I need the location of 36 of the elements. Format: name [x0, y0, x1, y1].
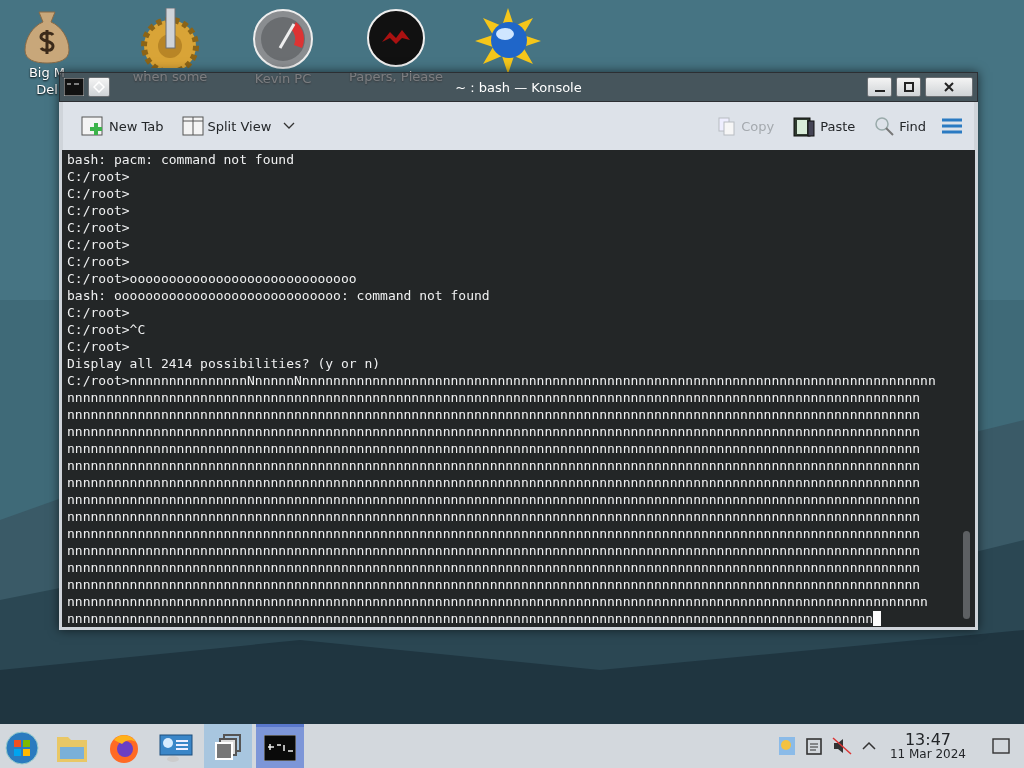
terminal-line: nnnnnnnnnnnnnnnnnnnnnnnnnnnnnnnnnnnnnnnnnnnnnnnnnnnnnnnnnnnnnnnnnnnnnnnnnnnnnnnnnnnnnnnnnnnnnnnnnnnnnnnnnnnnn — [67, 440, 922, 457]
terminal-line: C:/root>ooooooooooooooooooooooooooooo — [67, 270, 358, 287]
terminal-line: C:/root> — [67, 236, 131, 253]
paste-button[interactable]: Paste — [790, 113, 858, 139]
terminal-line: nnnnnnnnnnnnnnnnnnnnnnnnnnnnnnnnnnnnnnnnnnnnnnnnnnnnnnnnnnnnnnnnnnnnnnnnnnnnnnnnnnnnnnnnnnnnnnnnnnnnnnnnnnnnn — [67, 406, 922, 423]
terminal-line: bash: pacm: command not found — [67, 151, 295, 168]
terminal-line: nnnnnnnnnnnnnnnnnnnnnnnnnnnnnnnnnnnnnnnnnnnnnnnnnnnnnnnnnnnnnnnnnnnnnnnnnnnnnnnnnnnnnnnnnnnnnnnnnnnnnnnnnnnnn — [67, 491, 922, 508]
terminal-line: nnnnnnnnnnnnnnnnnnnnnnnnnnnnnnnnnnnnnnnnnnnnnnnnnnnnnnnnnnnnnnnnnnnnnnnnnnnnnnnnnnnnnnnnnnnnnnnnnnnnnnnnnnnnn — [67, 474, 922, 491]
terminal-line: C:/root> — [67, 304, 131, 321]
terminal-line: C:/root>nnnnnnnnnnnnnnnNnnnnnNnnnnnnnnnnnnnnnnnnnnnnnnnnnnnnnnnnnnnnnnnnnnnnnnnnnnnnnnnnnnnnnnnnnnnnnnnnnnnnnnn — [67, 372, 937, 389]
window-title: ~ : bash — Konsole — [455, 79, 582, 95]
clock-time[interactable]: 13:47 — [904, 731, 951, 748]
terminal-line: C:/root> — [67, 253, 131, 270]
terminal-line: C:/root> — [67, 185, 131, 202]
terminal-line: nnnnnnnnnnnnnnnnnnnnnnnnnnnnnnnnnnnnnnnnnnnnnnnnnnnnnnnnnnnnnnnnnnnnnnnnnnnnnnnnnnnnnnnnnnnnnnnnnnnnnnnnnnnnn — [67, 457, 922, 474]
terminal-line: C:/root> — [67, 202, 131, 219]
new-tab-button[interactable]: New Tab — [79, 113, 166, 139]
terminal-line: C:/root> — [67, 219, 131, 236]
desktop-icon-label[interactable]: Del — [36, 81, 58, 98]
terminal-line: nnnnnnnnnnnnnnnnnnnnnnnnnnnnnnnnnnnnnnnnnnnnnnnnnnnnnnnnnnnnnnnnnnnnnnnnnnnnnnnnnnnnnnnnnnnnnnnnnnnnnnnnnnnnn — [67, 559, 922, 576]
clock-date[interactable]: 11 Mar 2024 — [889, 748, 966, 761]
find-button[interactable]: Find — [871, 113, 928, 139]
terminal-line: C:/root> — [67, 338, 131, 355]
terminal-line: Display all 2414 possibilities? (y or n) — [67, 355, 382, 372]
terminal-line: nnnnnnnnnnnnnnnnnnnnnnnnnnnnnnnnnnnnnnnnnnnnnnnnnnnnnnnnnnnnnnnnnnnnnnnnnnnnnnnnnnnnnnnnnnnnnnnnnnnnnnnnnnnnn — [67, 576, 922, 593]
terminal-line: nnnnnnnnnnnnnnnnnnnnnnnnnnnnnnnnnnnnnnnnnnnnnnnnnnnnnnnnnnnnnnnnnnnnnnnnnnnnnnnnnnnnnnnnnnnnnnnnnnnnnnnnnnnnn — [67, 389, 922, 406]
terminal-line: bash: ooooooooooooooooooooooooooooo: command not found — [67, 287, 491, 304]
terminal-line: C:/root>^C — [67, 321, 147, 338]
terminal-line: nnnnnnnnnnnnnnnnnnnnnnnnnnnnnnnnnnnnnnnnnnnnnnnnnnnnnnnnnnnnnnnnnnnnnnnnnnnnnnnnnnnnnnnnnnnnnnnnnnnnnnnnnnnnnn — [67, 593, 929, 610]
terminal-line: nnnnnnnnnnnnnnnnnnnnnnnnnnnnnnnnnnnnnnnnnnnnnnnnnnnnnnnnnnnnnnnnnnnnnnnnnnnnnnnnnnnnnnnnnnnnnnnnnnnnnnnnnnnnn — [67, 423, 922, 440]
terminal-line: nnnnnnnnnnnnnnnnnnnnnnnnnnnnnnnnnnnnnnnnnnnnnnnnnnnnnnnnnnnnnnnnnnnnnnnnnnnnnnnnnnnnnnnnnnnnnnnnnnnnnnnnnnnnn — [67, 525, 922, 542]
split-view-button[interactable]: Split View — [179, 114, 298, 138]
terminal-line: nnnnnnnnnnnnnnnnnnnnnnnnnnnnnnnnnnnnnnnnnnnnnnnnnnnnnnnnnnnnnnnnnnnnnnnnnnnnnnnnnnnnnnnnnnnnnnnnnnnnnnnnnnnnn — [67, 542, 922, 559]
terminal-line: nnnnnnnnnnnnnnnnnnnnnnnnnnnnnnnnnnnnnnnnnnnnnnnnnnnnnnnnnnnnnnnnnnnnnnnnnnnnnnnnnnnnnnnnnnnnnnnnnnnnnnn — [67, 610, 951, 627]
terminal-line: C:/root> — [67, 168, 131, 185]
terminal-line: nnnnnnnnnnnnnnnnnnnnnnnnnnnnnnnnnnnnnnnnnnnnnnnnnnnnnnnnnnnnnnnnnnnnnnnnnnnnnnnnnnnnnnnnnnnnnnnnnnnnnnnnnnnnn — [67, 508, 922, 525]
